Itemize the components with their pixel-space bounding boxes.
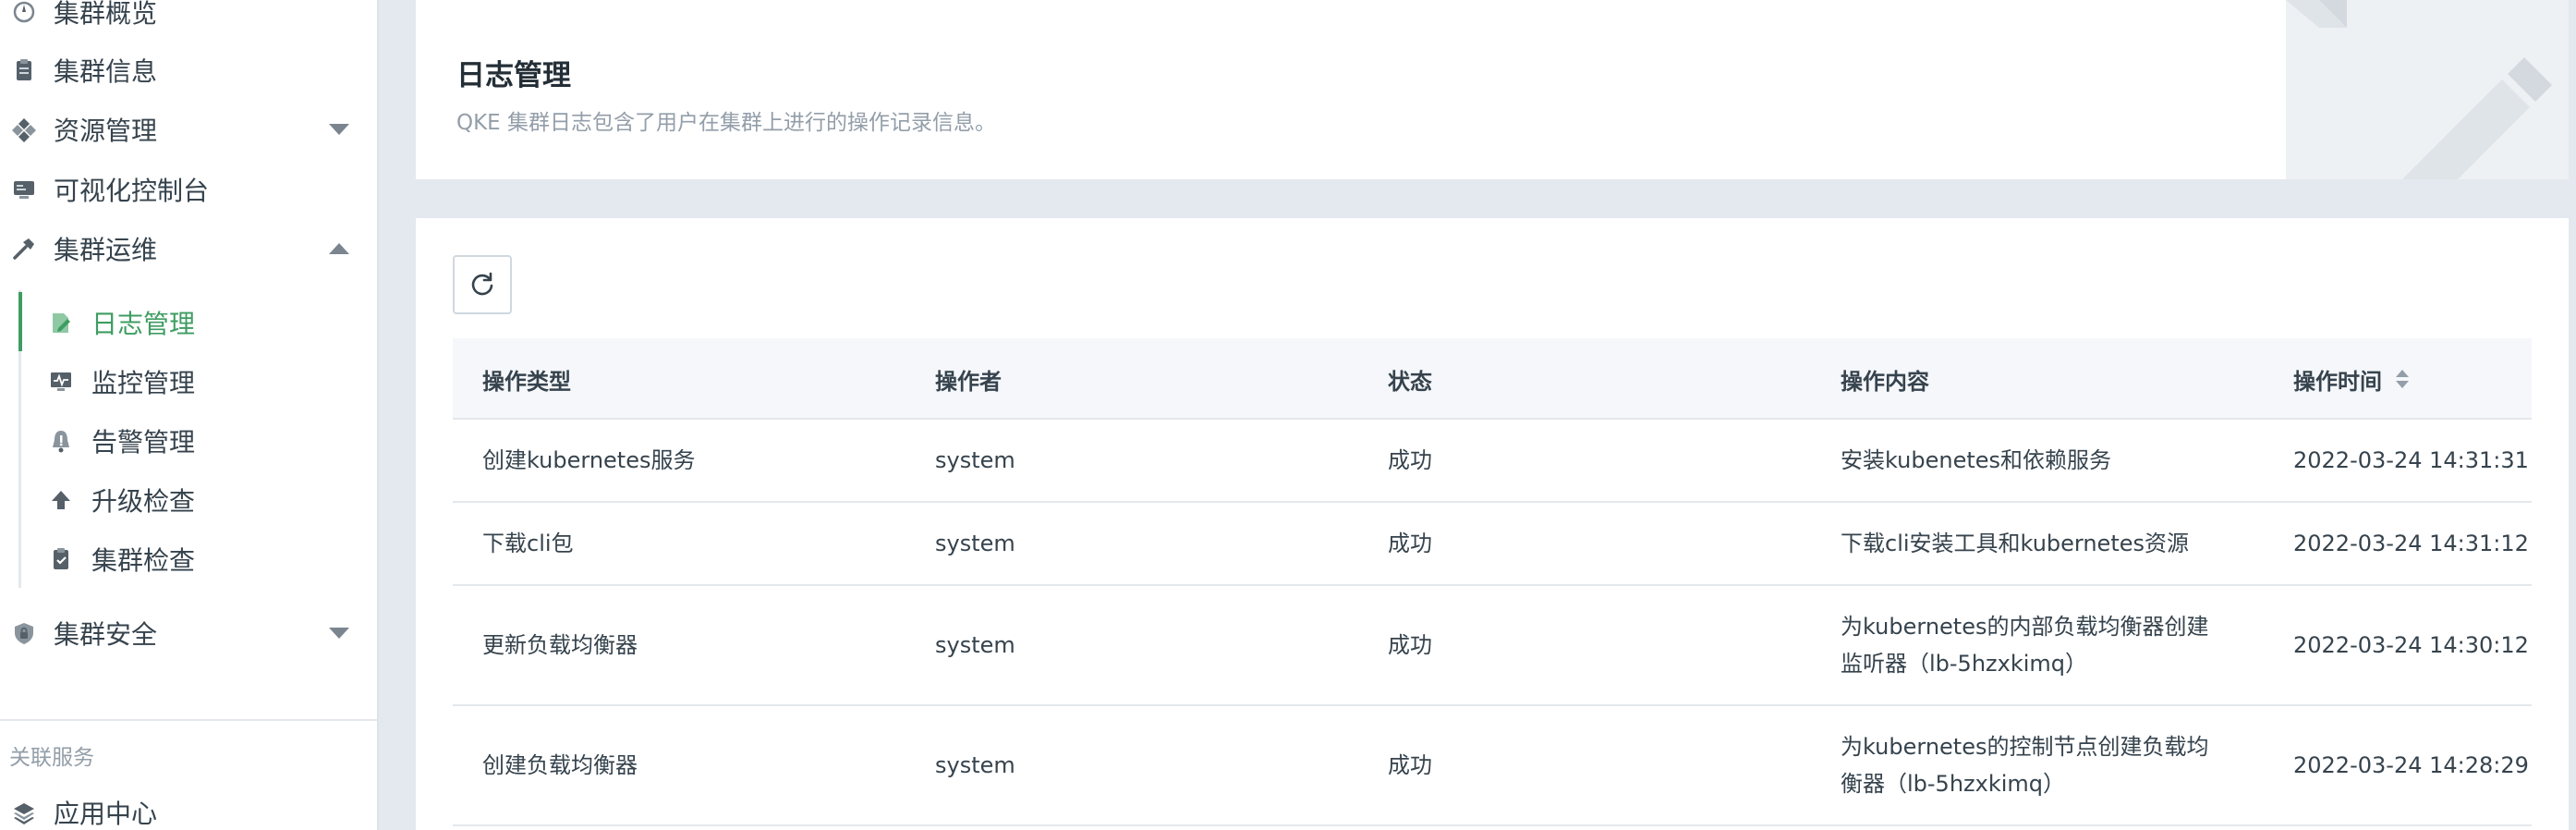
cell-operator: system: [935, 752, 1015, 778]
column-header-time[interactable]: 操作时间: [2293, 338, 2410, 420]
nav-label: 资源管理: [54, 116, 158, 146]
nav-label: 应用中心: [54, 799, 158, 829]
nav-label: 可视化控制台: [54, 176, 210, 206]
cell-time: 2022-03-24 14:30:12: [2293, 632, 2529, 658]
section-label: 关联服务: [9, 746, 94, 770]
chevron-down-icon[interactable]: [327, 621, 351, 645]
cell-operator: system: [935, 531, 1015, 556]
nav-label: 集群概览: [54, 0, 158, 29]
cell-operator: system: [935, 632, 1015, 658]
cell-type: 创建负载均衡器: [482, 752, 638, 778]
shield-icon: [11, 620, 37, 646]
upgrade-icon: [48, 487, 74, 513]
log-icon: [48, 310, 74, 336]
sidebar-divider: [0, 719, 377, 721]
log-table: 操作类型 操作者 状态 操作内容 操作时间 创建kubernetes服务 sys…: [453, 338, 2532, 826]
document-illustration-icon: [2286, 0, 2569, 179]
table-row: 下载cli包 system 成功 下载cli安装工具和kubernetes资源 …: [453, 503, 2532, 586]
cell-type: 创建kubernetes服务: [482, 447, 696, 473]
nav-item-cluster-overview[interactable]: 集群概览: [0, 0, 370, 35]
sub-item-alarms[interactable]: 告警管理: [0, 418, 370, 464]
cell-type: 下载cli包: [482, 531, 574, 556]
page-title: 日志管理: [456, 59, 571, 92]
log-panel: 操作类型 操作者 状态 操作内容 操作时间 创建kubernetes服务 sys…: [416, 218, 2569, 830]
nav-label: 集群检查: [91, 545, 196, 576]
nav-item-cluster-ops[interactable]: 集群运维: [0, 226, 370, 272]
table-row: 创建kubernetes服务 system 成功 安装kubenetes和依赖服…: [453, 420, 2532, 503]
page-description: QKE 集群日志包含了用户在集群上进行的操作记录信息。: [456, 111, 997, 135]
alarm-icon: [48, 428, 74, 454]
monitor-icon: [48, 369, 74, 395]
dashboard-icon: [11, 0, 37, 25]
chevron-down-icon[interactable]: [327, 117, 351, 141]
sort-icon[interactable]: [2395, 369, 2410, 389]
cell-content: 安装kubenetes和依赖服务: [1841, 447, 2112, 473]
cubes-icon: [11, 116, 37, 142]
cell-time: 2022-03-24 14:31:12: [2293, 531, 2529, 556]
column-header-label: 操作时间: [2293, 368, 2382, 395]
sub-item-log-management[interactable]: 日志管理: [0, 299, 370, 346]
cell-time: 2022-03-24 14:28:29: [2293, 752, 2529, 778]
refresh-icon: [471, 272, 493, 296]
nav-label: 升级检查: [91, 486, 196, 517]
cell-status: 成功: [1388, 531, 1432, 556]
table-header: 操作类型 操作者 状态 操作内容 操作时间: [453, 338, 2532, 420]
refresh-button[interactable]: [453, 255, 512, 314]
column-header: 操作者: [935, 368, 1002, 395]
checklist-icon: [48, 546, 74, 572]
nav-item-visual-console[interactable]: 可视化控制台: [0, 166, 370, 213]
column-header: 操作内容: [1841, 368, 1929, 395]
cell-content: 下载cli安装工具和kubernetes资源: [1841, 531, 2190, 556]
table-row: 创建负载均衡器 system 成功 为kubernetes的控制节点创建负载均衡…: [453, 706, 2532, 826]
nav-item-cluster-info[interactable]: 集群信息: [0, 47, 370, 93]
cell-status: 成功: [1388, 752, 1432, 778]
cell-content: 为kubernetes的控制节点创建负载均衡器（lb-5hzxkimq）: [1841, 734, 2209, 797]
nav-item-app-center[interactable]: 应用中心: [0, 789, 370, 830]
cell-status: 成功: [1388, 447, 1432, 473]
column-header: 操作类型: [482, 368, 571, 395]
clipboard-icon: [11, 57, 37, 83]
console-icon: [11, 177, 37, 202]
hammer-icon: [11, 236, 37, 262]
sub-item-cluster-check[interactable]: 集群检查: [0, 536, 370, 582]
nav-label: 集群运维: [54, 235, 158, 265]
column-header: 状态: [1388, 368, 1432, 395]
layers-icon: [11, 799, 37, 825]
nav-label: 日志管理: [91, 309, 196, 339]
cell-content: 为kubernetes的内部负载均衡器创建监听器（lb-5hzxkimq）: [1841, 614, 2209, 677]
nav-item-resource-management[interactable]: 资源管理: [0, 106, 370, 153]
page-header: 日志管理 QKE 集群日志包含了用户在集群上进行的操作记录信息。: [416, 0, 2569, 179]
nav-item-cluster-security[interactable]: 集群安全: [0, 610, 370, 656]
table-row: 更新负载均衡器 system 成功 为kubernetes的内部负载均衡器创建监…: [453, 586, 2532, 706]
cell-status: 成功: [1388, 632, 1432, 658]
nav-label: 集群信息: [54, 56, 158, 87]
chevron-up-icon[interactable]: [327, 237, 351, 261]
sidebar: 集群概览 集群信息 资源管理 可视化控制台 集群运维 日志管理 监控管理 告警管…: [0, 0, 379, 830]
cell-operator: system: [935, 447, 1015, 473]
nav-label: 集群安全: [54, 619, 158, 650]
nav-label: 告警管理: [91, 427, 196, 458]
sub-item-monitoring[interactable]: 监控管理: [0, 359, 370, 405]
nav-label: 监控管理: [91, 368, 196, 398]
cell-time: 2022-03-24 14:31:31: [2293, 447, 2529, 473]
cell-type: 更新负载均衡器: [482, 632, 638, 658]
sub-item-upgrade-check[interactable]: 升级检查: [0, 477, 370, 523]
